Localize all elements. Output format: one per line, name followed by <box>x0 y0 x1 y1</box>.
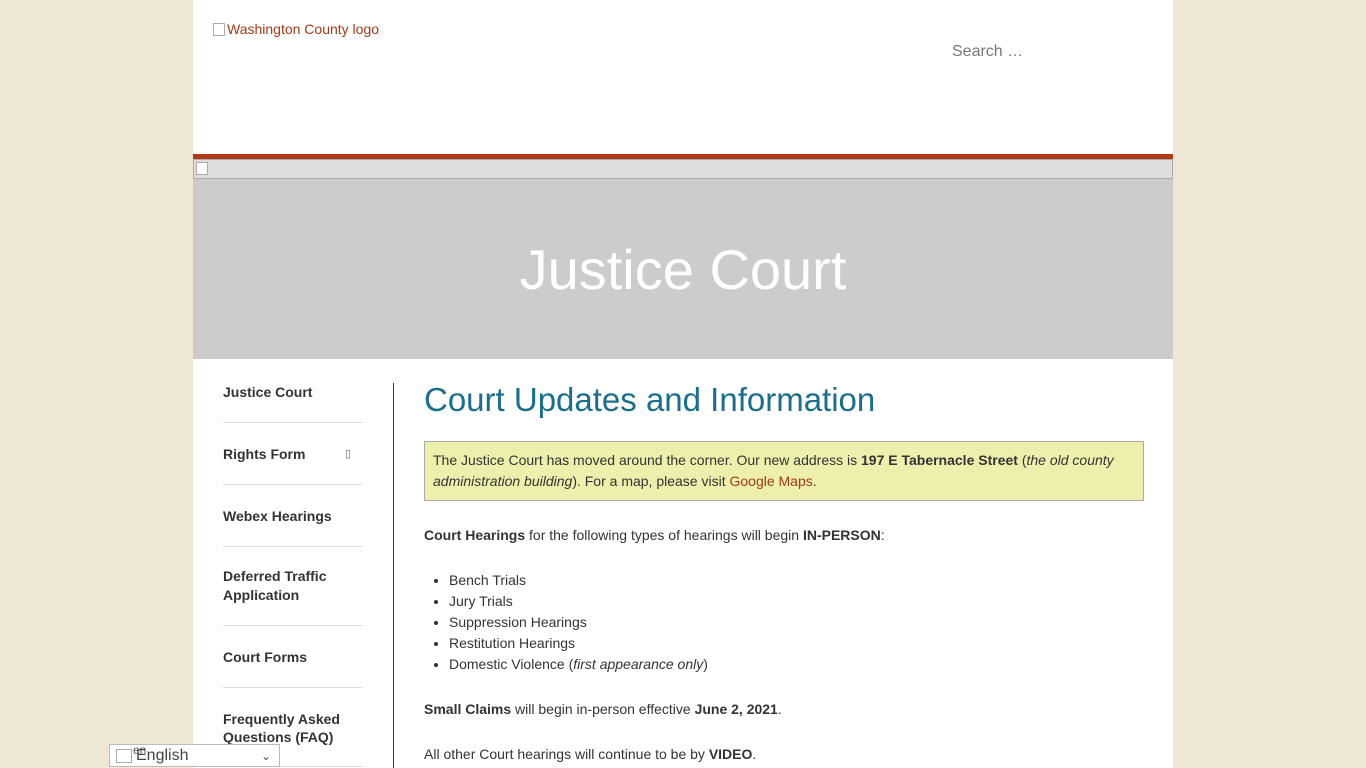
hearings-list: Bench Trials Jury Trials Suppression Hea… <box>424 570 1144 675</box>
dv-label: Domestic Violence ( <box>449 656 574 672</box>
small-claims-bold: Small Claims <box>424 701 512 717</box>
list-item: Jury Trials <box>449 591 1144 612</box>
sidebar-divider <box>393 383 394 768</box>
page: Washington County logo Justice Court Jus… <box>193 0 1173 768</box>
sidebar-item-label: Justice Court <box>223 384 313 400</box>
sidebar-item-webex-hearings[interactable]: Webex Hearings <box>223 485 363 547</box>
google-maps-link[interactable]: Google Maps <box>729 473 812 489</box>
flag-code: en <box>133 742 147 757</box>
sidebar-item-justice-court[interactable]: Justice Court <box>223 373 363 423</box>
other-text: . <box>752 746 757 762</box>
small-claims-text: Small Claims will begin in-person effect… <box>424 699 1144 720</box>
list-item: Domestic Violence (first appearance only… <box>449 654 1144 675</box>
site-header: Washington County logo <box>193 0 1173 154</box>
small-claims-text-part: will begin in-person effective <box>511 701 695 717</box>
site-logo[interactable]: Washington County logo <box>213 21 379 37</box>
sidebar-item-rights-form[interactable]: Rights Form ▯ <box>223 423 363 485</box>
sidebar-item-label: Rights Form <box>223 446 306 462</box>
content-heading: Court Updates and Information <box>424 381 876 418</box>
intro-bold: Court Hearings <box>424 527 526 543</box>
submenu-toggle-icon[interactable]: ▯ <box>345 445 351 464</box>
sidebar-nav: Justice Court Rights Form ▯ Webex Hearin… <box>223 373 363 767</box>
page-title: Justice Court <box>519 237 847 301</box>
sidebar-item-label: Webex Hearings <box>223 508 332 524</box>
list-item: Restitution Hearings <box>449 633 1144 654</box>
address-notice: The Justice Court has moved around the c… <box>424 441 1144 501</box>
list-item: Bench Trials <box>449 570 1144 591</box>
search-input[interactable] <box>950 40 1154 64</box>
other-text: All other Court hearings will continue t… <box>424 746 709 762</box>
dv-note: first appearance only <box>573 656 704 672</box>
intro-text: : <box>880 527 885 543</box>
dv-close: ) <box>703 656 708 672</box>
sidebar-item-label: Frequently Asked Questions (FAQ) <box>223 711 340 745</box>
intro-text: for the following types of hearings will… <box>525 527 803 543</box>
hearings-intro: Court Hearings for the following types o… <box>424 525 1144 546</box>
sidebar-item-label: Deferred Traffic Application <box>223 568 327 603</box>
notice-text: The Justice Court has moved around the c… <box>433 452 861 468</box>
main-content: Court Updates and Information The Justic… <box>424 359 1144 765</box>
notice-text: ). For a map, please visit <box>572 473 730 489</box>
list-item: Suppression Hearings <box>449 612 1144 633</box>
logo-alt-text: Washington County logo <box>227 21 380 37</box>
video-bold: VIDEO <box>708 746 753 762</box>
small-claims-text-part: . <box>777 701 782 717</box>
sidebar-item-court-forms[interactable]: Court Forms <box>223 626 363 688</box>
broken-image-icon <box>213 22 225 36</box>
hero-banner: Justice Court <box>193 179 1173 359</box>
notice-text: . <box>812 473 817 489</box>
chevron-down-icon: ⌄ <box>260 748 271 763</box>
notice-address: 197 E Tabernacle Street <box>861 452 1018 468</box>
sidebar-item-deferred-traffic[interactable]: Deferred Traffic Application <box>223 547 363 626</box>
notice-text: ( <box>1017 452 1027 468</box>
broken-image-icon <box>196 162 208 175</box>
flag-icon: en <box>116 743 146 763</box>
other-hearings-text: All other Court hearings will continue t… <box>424 744 1144 765</box>
intro-bold: IN-PERSON <box>802 527 881 543</box>
language-selector[interactable]: en English ⌄ <box>109 743 280 767</box>
banner-image <box>193 159 1173 179</box>
small-claims-date: June 2, 2021 <box>694 701 778 717</box>
sidebar-item-label: Court Forms <box>223 649 307 665</box>
